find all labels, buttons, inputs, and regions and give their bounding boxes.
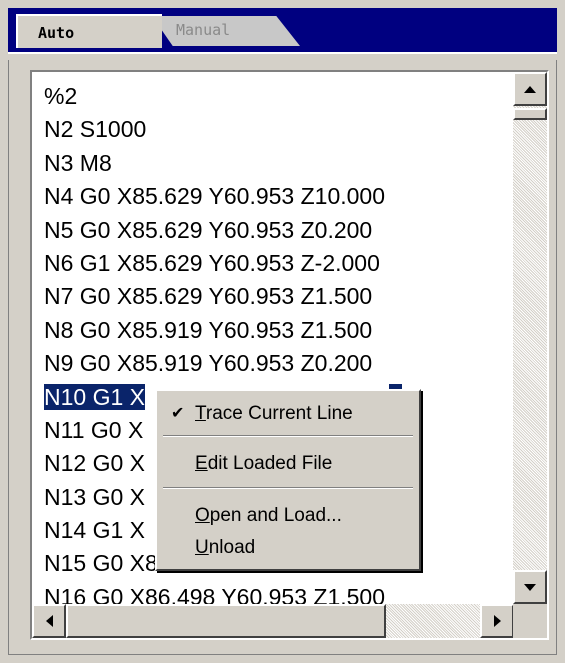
arrow-right-icon: [493, 615, 501, 627]
list-item[interactable]: N7 G0 X85.629 Y60.953 Z1.500: [44, 280, 514, 313]
list-item[interactable]: N9 G0 X85.919 Y60.953 Z0.200: [44, 347, 514, 380]
tab-manual[interactable]: Manual: [152, 16, 300, 46]
list-item[interactable]: N2 S1000: [44, 113, 514, 146]
vertical-scrollbar[interactable]: [513, 72, 547, 604]
scroll-right-button[interactable]: [480, 604, 514, 638]
menu-separator: [163, 435, 413, 437]
scroll-corner: [513, 604, 547, 638]
scroll-left-button[interactable]: [32, 604, 66, 638]
horizontal-scroll-thumb[interactable]: [66, 604, 386, 638]
menu-item-trace-current-line[interactable]: ✔ Trace Current Line: [157, 399, 419, 429]
menu-item-unload[interactable]: Unload: [157, 533, 419, 563]
checkmark-icon: ✔: [171, 405, 185, 422]
list-item[interactable]: N4 G0 X85.629 Y60.953 Z10.000: [44, 180, 514, 213]
arrow-left-icon: [45, 615, 53, 627]
arrow-down-icon: [524, 583, 536, 591]
arrow-up-icon: [524, 85, 536, 93]
horizontal-scrollbar[interactable]: [32, 604, 514, 638]
list-item[interactable]: N5 G0 X85.629 Y60.953 Z0.200: [44, 214, 514, 247]
tab-auto[interactable]: Auto: [16, 14, 162, 48]
tab-page: [8, 52, 557, 60]
list-item[interactable]: N6 G1 X85.629 Y60.953 Z-2.000: [44, 247, 514, 280]
vertical-scroll-thumb[interactable]: [513, 108, 547, 120]
menu-item-open-and-load[interactable]: Open and Load...: [157, 501, 419, 531]
list-item[interactable]: N8 G0 X85.919 Y60.953 Z1.500: [44, 314, 514, 347]
menu-item-edit-loaded-file[interactable]: Edit Loaded File: [157, 449, 419, 479]
context-menu: ✔ Trace Current Line Edit Loaded File Op…: [155, 389, 421, 571]
scroll-up-button[interactable]: [513, 72, 547, 106]
menu-separator: [163, 487, 413, 489]
list-item[interactable]: N3 M8: [44, 147, 514, 180]
scroll-down-button[interactable]: [513, 570, 547, 604]
list-item[interactable]: %2: [44, 80, 514, 113]
